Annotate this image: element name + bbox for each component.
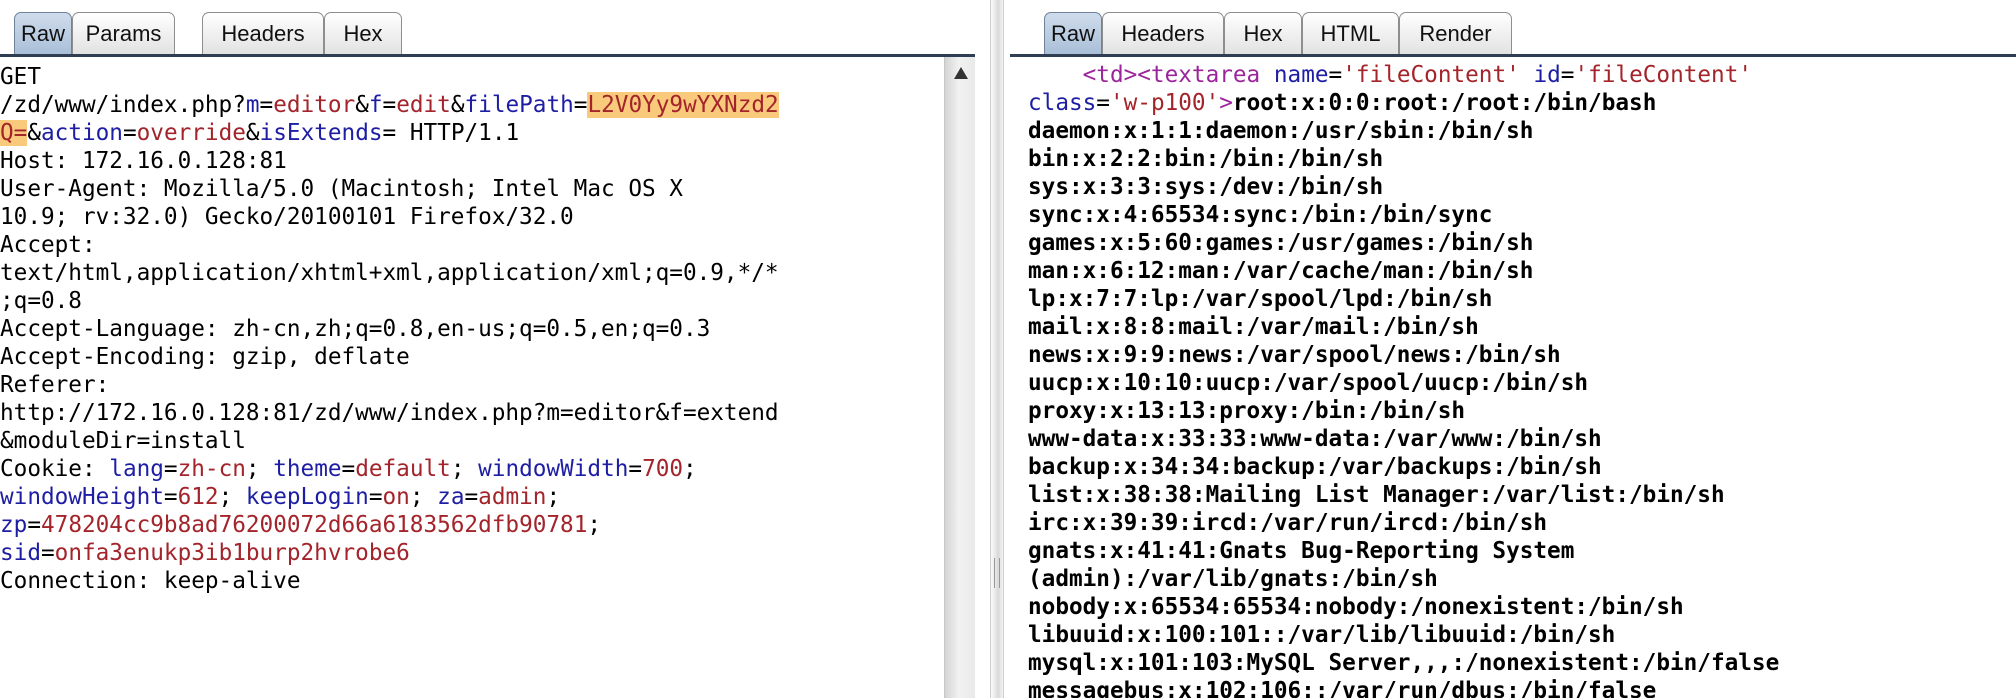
response-line: nobody:x:65534:65534:nobody:/nonexistent… [1028, 594, 1684, 620]
html-attr-name: name [1273, 62, 1329, 88]
response-editor[interactable]: <td><textarea name='fileContent' id='fil… [1028, 61, 1779, 698]
response-line: daemon:x:1:1:daemon:/usr/sbin:/bin/sh [1028, 118, 1534, 144]
request-tab-raw[interactable]: Raw [14, 12, 72, 54]
param-name: action [41, 120, 123, 146]
cookie-value: 612 [177, 484, 219, 510]
header-line: 10.9; rv:32.0) Gecko/20100101 Firefox/32… [0, 204, 574, 230]
response-line: messagebus:x:102:106::/var/run/dbus:/bin… [1028, 678, 1657, 698]
highlighted-param-value: L2V0Yy9wYXNzd2 [587, 92, 779, 118]
header-line: text/html,application/xhtml+xml,applicat… [0, 260, 779, 286]
html-tag: <td><textarea [1082, 62, 1261, 88]
header-line: ;q=0.8 [0, 288, 82, 314]
response-line: (admin):/var/lib/gnats:/bin/sh [1028, 566, 1438, 592]
html-attr-value: 'fileContent' [1342, 62, 1520, 88]
header-line: Host: 172.16.0.128:81 [0, 148, 287, 174]
response-tab-headers[interactable]: Headers [1102, 12, 1224, 54]
cookie-value: onfa3enukp3ib1burp2hvrobe6 [54, 540, 410, 566]
response-tab-html[interactable]: HTML [1302, 12, 1399, 54]
cookie-value: 478204cc9b8ad76200072d66a6183562dfb90781 [41, 512, 588, 538]
cookie-name: windowHeight [0, 484, 164, 510]
scroll-up-arrow-icon[interactable] [954, 67, 968, 79]
response-line: man:x:6:12:man:/var/cache/man:/bin/sh [1028, 258, 1534, 284]
request-tab-params[interactable]: Params [72, 12, 175, 54]
response-line: root:x:0:0:root:/root:/bin/bash [1232, 90, 1657, 116]
header-line: Accept-Language: zh-cn,zh;q=0.8,en-us;q=… [0, 316, 711, 342]
cookie-name: windowWidth [478, 456, 629, 482]
request-editor[interactable]: GET /zd/www/index.php?m=editor&f=edit&fi… [0, 63, 779, 595]
request-line: GET [0, 64, 41, 90]
request-scrollbar[interactable] [944, 57, 975, 698]
response-line: mysql:x:101:103:MySQL Server,,,:/nonexis… [1028, 650, 1780, 676]
response-line: mail:x:8:8:mail:/var/mail:/bin/sh [1028, 314, 1479, 340]
request-tab-bar: Raw Params Headers Hex [14, 12, 975, 55]
response-line: games:x:5:60:games:/usr/games:/bin/sh [1028, 230, 1534, 256]
response-line: bin:x:2:2:bin:/bin:/bin/sh [1028, 146, 1384, 172]
cookie-name: theme [273, 456, 342, 482]
response-line: news:x:9:9:news:/var/spool/news:/bin/sh [1028, 342, 1561, 368]
header-line: &moduleDir=install [0, 428, 246, 454]
cookie-value: zh-cn [177, 456, 246, 482]
splitter-grip-icon[interactable] [994, 558, 1000, 588]
pane-splitter[interactable] [990, 0, 1004, 698]
header-line: Accept-Encoding: gzip, deflate [0, 344, 410, 370]
response-line: list:x:38:38:Mailing List Manager:/var/l… [1028, 482, 1725, 508]
response-tab-underline [1010, 54, 2016, 57]
html-attr-name: id [1533, 62, 1561, 88]
cookie-value: on [382, 484, 410, 510]
param-name: m [245, 92, 260, 118]
response-line: www-data:x:33:33:www-data:/var/www:/bin/… [1028, 426, 1602, 452]
header-line: Referer: [0, 372, 110, 398]
param-value: edit [396, 92, 451, 118]
param-value: override [136, 120, 246, 146]
header-line: Connection: keep-alive [0, 568, 301, 594]
response-line: sys:x:3:3:sys:/dev:/bin/sh [1028, 174, 1384, 200]
response-tab-render[interactable]: Render [1399, 12, 1512, 54]
request-tab-hex[interactable]: Hex [324, 12, 402, 54]
response-line: libuuid:x:100:101::/var/lib/libuuid:/bin… [1028, 622, 1616, 648]
request-tab-headers[interactable]: Headers [202, 12, 324, 54]
param-value: editor [273, 92, 356, 118]
header-line: User-Agent: Mozilla/5.0 (Macintosh; Inte… [0, 176, 683, 202]
response-tab-bar: Raw Headers Hex HTML Render [1044, 12, 2016, 55]
cookie-name: keepLogin [245, 484, 369, 510]
cookie-name: sid [0, 540, 41, 566]
cookie-value: admin [478, 484, 547, 510]
param-name: f [368, 92, 383, 118]
response-tab-hex[interactable]: Hex [1224, 12, 1302, 54]
header-line: http://172.16.0.128:81/zd/www/index.php?… [0, 400, 779, 426]
cookie-value: default [355, 456, 451, 482]
highlighted-param-value: Q= [0, 120, 28, 146]
cookie-value: 700 [642, 456, 684, 482]
response-line: lp:x:7:7:lp:/var/spool/lpd:/bin/sh [1028, 286, 1493, 312]
cookie-name: lang [109, 456, 164, 482]
param-name: filePath [464, 92, 574, 118]
html-attr-value: 'fileContent' [1574, 62, 1753, 88]
response-line: uucp:x:10:10:uucp:/var/spool/uucp:/bin/s… [1028, 370, 1589, 396]
response-line: backup:x:34:34:backup:/var/backups:/bin/… [1028, 454, 1602, 480]
response-line: irc:x:39:39:ircd:/var/run/ircd:/bin/sh [1028, 510, 1548, 536]
cookie-name: za [437, 484, 465, 510]
param-name: isExtends [259, 120, 383, 146]
request-tab-underline [0, 54, 975, 57]
header-line: Accept: [0, 232, 96, 258]
response-line: proxy:x:13:13:proxy:/bin:/bin/sh [1028, 398, 1466, 424]
response-pane: Raw Headers Hex HTML Render <td><textare… [1010, 0, 2016, 698]
request-pane: Raw Params Headers Hex GET /zd/www/index… [0, 0, 975, 698]
response-line: sync:x:4:65534:sync:/bin:/bin/sync [1028, 202, 1493, 228]
html-attr-value: 'w-p100' [1109, 90, 1220, 116]
response-tab-raw[interactable]: Raw [1044, 12, 1102, 54]
cookie-name: zp [0, 512, 28, 538]
html-attr-name: class [1028, 90, 1097, 116]
response-line: gnats:x:41:41:Gnats Bug-Reporting System [1028, 538, 1575, 564]
